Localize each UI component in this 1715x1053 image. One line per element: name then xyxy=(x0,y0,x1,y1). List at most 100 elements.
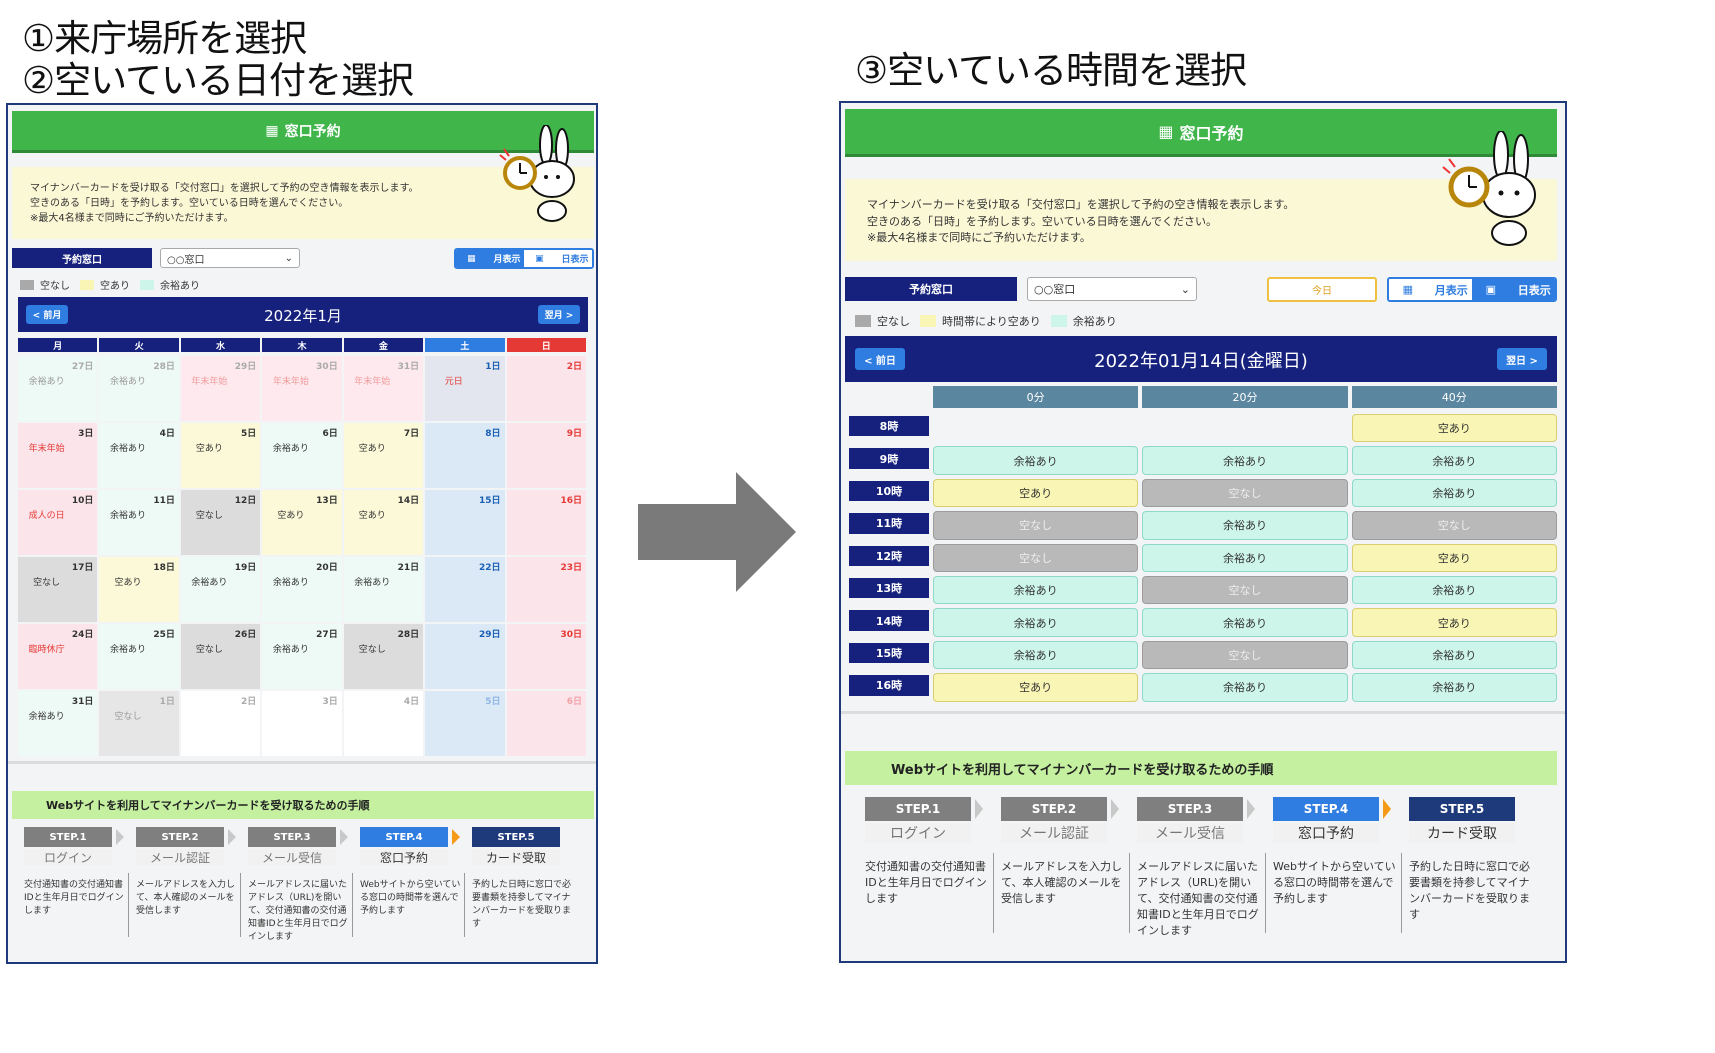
today-button[interactable]: 今日 xyxy=(1267,277,1377,302)
step-head: STEP.4 xyxy=(360,827,448,847)
time-slot[interactable]: 余裕あり xyxy=(933,608,1139,637)
chevron-right-icon xyxy=(116,829,124,845)
calendar-day-cell[interactable]: 5日 空あり xyxy=(180,423,261,488)
calendar-day-cell[interactable]: 12日 空なし xyxy=(180,490,261,555)
weekday-header: 水 xyxy=(180,338,261,352)
month-view-button[interactable]: ▦ 月表示 xyxy=(1389,279,1472,300)
time-slot[interactable]: 余裕あり xyxy=(933,446,1139,475)
day-number: 30日 xyxy=(560,630,582,640)
time-slot[interactable]: 空あり xyxy=(1351,543,1557,572)
calendar-day-cell: 2日 xyxy=(180,691,261,756)
calendar-day-cell[interactable]: 7日 空あり xyxy=(343,423,424,488)
mascot-rabbit-clock xyxy=(1442,131,1536,246)
calendar-day-cell: 3日 xyxy=(262,691,342,756)
time-slot[interactable]: 余裕あり xyxy=(1351,446,1557,475)
calendar-day-cell[interactable]: 18日 空あり xyxy=(99,557,179,622)
calendar-day-cell[interactable]: 9日 xyxy=(506,423,586,488)
day-number: 2日 xyxy=(241,697,257,707)
hour-label: 12時 xyxy=(849,545,929,566)
calendar-day-cell[interactable]: 30日 xyxy=(506,624,586,689)
time-slot[interactable]: 空あり xyxy=(933,478,1139,508)
time-slot[interactable]: 余裕あり xyxy=(1351,673,1557,702)
calendar-day-cell[interactable]: 10日 成人の日 xyxy=(18,490,98,555)
calendar-day-cell[interactable]: 1日 元日 xyxy=(425,356,505,421)
calendar-day-cell[interactable]: 19日 余裕あり xyxy=(180,557,261,622)
calendar-day-cell[interactable]: 31日 余裕あり xyxy=(18,691,98,756)
time-slot[interactable]: 余裕あり xyxy=(933,576,1139,605)
calendar-day-cell[interactable]: 3日 年末年始 xyxy=(18,423,98,488)
time-slot[interactable]: 余裕あり xyxy=(933,640,1139,670)
time-slot: 空なし xyxy=(1142,640,1348,670)
legend-label: 余裕あり xyxy=(160,281,200,292)
calendar-day-cell[interactable]: 21日 余裕あり xyxy=(343,557,424,622)
calendar-day-cell[interactable]: 28日 空なし xyxy=(343,624,424,689)
counter-select[interactable]: ○○窓口 ⌄ xyxy=(1027,277,1197,301)
time-slot[interactable]: 余裕あり xyxy=(1351,576,1557,605)
calendar-day-cell[interactable]: 17日 空なし xyxy=(18,557,98,622)
calendar-day-cell[interactable]: 6日 余裕あり xyxy=(262,423,342,488)
time-slot[interactable]: 余裕あり xyxy=(1142,608,1348,637)
calendar-day-cell[interactable]: 22日 xyxy=(425,557,505,622)
day-status: 年末年始 xyxy=(272,377,309,387)
step-description: 交付通知書の交付通知書IDと生年月日でログインします xyxy=(865,860,987,905)
time-slot[interactable]: 空あり xyxy=(933,673,1139,702)
legend-label: 空なし xyxy=(877,315,910,328)
day-status: 余裕あり xyxy=(191,578,228,588)
calendar-day-cell[interactable]: 11日 余裕あり xyxy=(99,490,179,555)
day-status: 空なし xyxy=(195,511,223,521)
arrow-right-icon xyxy=(638,472,796,592)
day-view-button[interactable]: ▣ 日表示 xyxy=(524,250,592,267)
next-day-button[interactable]: 翌日 > xyxy=(1497,348,1547,370)
calendar-day-cell[interactable]: 29日 年末年始 xyxy=(180,356,261,421)
month-view-button[interactable]: ▦ 月表示 xyxy=(456,250,524,267)
hour-label: 9時 xyxy=(849,448,929,469)
calendar-day-cell[interactable]: 6日 xyxy=(506,691,586,756)
day-view-label: 日表示 xyxy=(1517,283,1551,297)
day-status: 余裕あり xyxy=(110,377,147,387)
time-slot[interactable]: 余裕あり xyxy=(1142,543,1348,572)
day-status: 空なし xyxy=(114,712,142,722)
legend-label: 空なし xyxy=(40,281,70,292)
calendar-day-cell[interactable]: 16日 xyxy=(506,490,586,555)
calendar-day-cell[interactable]: 27日 余裕あり xyxy=(18,356,98,421)
step-label: ログイン xyxy=(865,823,971,843)
step-description: 交付通知書の交付通知書IDと生年月日でログインします xyxy=(24,880,124,917)
calendar-day-cell[interactable]: 4日 余裕あり xyxy=(99,423,179,488)
calendar-day-cell[interactable]: 14日 空あり xyxy=(343,490,424,555)
time-slot: 空なし xyxy=(1142,576,1348,605)
calendar-day-cell[interactable]: 5日 xyxy=(425,691,505,756)
calendar-day-cell[interactable]: 15日 xyxy=(425,490,505,555)
counter-select[interactable]: ○○窓口 ⌄ xyxy=(160,248,300,268)
calendar-day-cell[interactable]: 28日 余裕あり xyxy=(99,356,179,421)
time-slot[interactable]: 余裕あり xyxy=(1142,446,1348,475)
day-status: 余裕あり xyxy=(28,712,65,722)
calendar-day-cell[interactable]: 13日 空あり xyxy=(262,490,342,555)
calendar-day-cell[interactable]: 2日 xyxy=(506,356,586,421)
time-slot[interactable]: 余裕あり xyxy=(1351,478,1557,508)
calendar-day-cell[interactable]: 25日 余裕あり xyxy=(99,624,179,689)
time-slot[interactable]: 余裕あり xyxy=(1142,511,1348,540)
day-view-button[interactable]: ▣ 日表示 xyxy=(1472,279,1555,300)
calendar-day-cell[interactable]: 31日 年末年始 xyxy=(343,356,424,421)
calendar-day-cell[interactable]: 1日 空なし xyxy=(99,691,179,756)
calendar-day-cell[interactable]: 20日 余裕あり xyxy=(262,557,342,622)
legend-swatch-avail xyxy=(920,315,936,327)
time-slot-grid: 0分 20分 40分 8時 空あり 9時 余裕あり 余裕あり 余裕あり 10時 空あり 空なし 余裕あり… xyxy=(845,386,1557,706)
time-slot[interactable]: 空あり xyxy=(1351,414,1557,443)
next-month-button[interactable]: 翌月 > xyxy=(538,305,580,324)
calendar-day-cell[interactable]: 23日 xyxy=(506,557,586,622)
calendar-day-cell[interactable]: 29日 xyxy=(425,624,505,689)
calendar-day-cell[interactable]: 30日 年末年始 xyxy=(262,356,342,421)
time-slot[interactable]: 余裕あり xyxy=(1142,673,1348,702)
calendar-day-cell[interactable]: 8日 xyxy=(425,423,505,488)
calendar-day-cell[interactable]: 26日 空なし xyxy=(180,624,261,689)
time-slot[interactable]: 空あり xyxy=(1351,608,1557,637)
heading-step2: ②空いている日付を選択 xyxy=(22,59,414,102)
calendar-day-cell[interactable]: 24日 臨時休庁 xyxy=(18,624,98,689)
time-slot[interactable]: 余裕あり xyxy=(1351,640,1557,670)
step-label: カード受取 xyxy=(1409,823,1515,843)
day-number: 5日 xyxy=(485,697,501,707)
day-number: 29日 xyxy=(479,630,501,640)
calendar-day-cell[interactable]: 27日 余裕あり xyxy=(262,624,342,689)
heading-step3: ③空いている時間を選択 xyxy=(855,49,1247,92)
